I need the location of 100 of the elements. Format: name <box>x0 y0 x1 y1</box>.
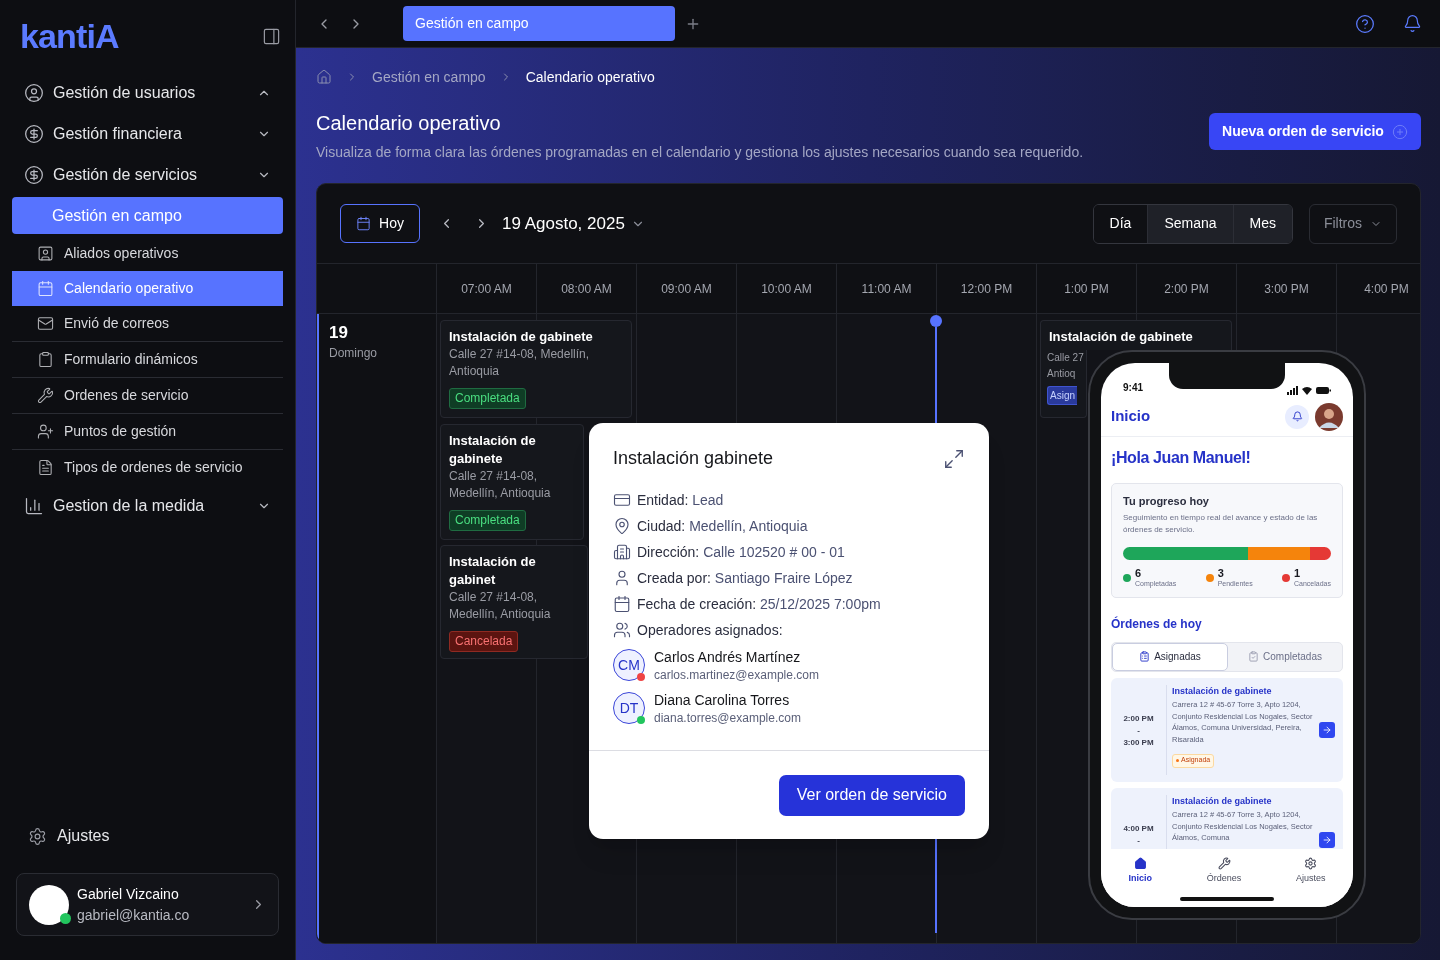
user-circle-icon <box>24 82 44 103</box>
event-address: Calle 27 #14-08, Medellín, Antioquia <box>449 589 552 623</box>
bottom-nav-item[interactable]: Inicio <box>1128 857 1152 886</box>
phone-header-title: Inicio <box>1111 406 1151 427</box>
page-title: Calendario operativo <box>316 111 502 136</box>
nav-item[interactable]: Formulario dinámicos <box>12 342 283 377</box>
nav-item[interactable]: Ordenes de servicio <box>12 378 283 413</box>
order-start-time: 2:00 PM <box>1123 712 1154 725</box>
event-title: Instalación de gabinet <box>449 553 537 589</box>
orders-tab[interactable]: Asignadas <box>1112 642 1228 671</box>
bottom-nav-item[interactable]: Órdenes <box>1206 857 1242 886</box>
nav-item[interactable]: Tipos de ordenes de servicio <box>12 450 283 485</box>
arrow-right-icon <box>1322 834 1332 845</box>
bottom-nav-item[interactable]: Ajustes <box>1296 857 1326 886</box>
plus-circle-icon <box>1391 123 1408 140</box>
hour-label: 2:00 PM <box>1164 280 1209 298</box>
stat-count: 6 <box>1135 567 1143 579</box>
bar-chart-icon <box>24 495 44 516</box>
status-time: 9:41 <box>1123 381 1143 395</box>
time-separator: - <box>1137 724 1140 737</box>
order-end-time: 3:00 PM <box>1123 736 1154 749</box>
operator-avatar: CM <box>613 649 645 681</box>
event-card[interactable]: Instalación de gabinete Calle 27 #14-08, Medellín, Antioquia Completada <box>440 320 632 418</box>
hour-label: 3:00 PM <box>1264 280 1309 298</box>
today-button[interactable]: Hoy <box>340 204 420 243</box>
operator-email: carlos.martinez@example.com <box>654 667 819 683</box>
hour-label: 08:00 AM <box>561 280 612 298</box>
settings-icon <box>28 826 47 846</box>
order-title: Instalación de gabinete <box>1172 684 1273 698</box>
settings-link[interactable]: Ajustes <box>12 816 283 856</box>
arrow-right-icon <box>1322 724 1332 735</box>
nav-group[interactable]: Gestión financiera <box>12 113 283 154</box>
view-toggle[interactable]: Mes <box>1232 204 1292 243</box>
status-icons <box>1287 386 1331 395</box>
clipboard-icon <box>37 351 54 368</box>
detail-text: Ciudad: Medellín, Antioquia <box>637 516 808 536</box>
detail-text: Dirección: Calle 102520 # 00 - 01 <box>637 542 845 562</box>
breadcrumb-item[interactable]: Gestión en campo <box>372 66 486 88</box>
nav-item[interactable]: Envió de correos <box>12 306 283 341</box>
wrench-icon <box>37 387 54 404</box>
event-card[interactable]: Instalación de gabinete <box>1040 320 1232 350</box>
operators-label: Operadores asignados: <box>637 620 783 640</box>
orders-tab[interactable]: Completadas <box>1228 642 1342 671</box>
view-order-button[interactable]: Ver orden de servicio <box>778 774 965 816</box>
open-order-button[interactable] <box>1319 721 1335 738</box>
operator-name: Diana Carolina Torres <box>654 691 791 710</box>
nav-section[interactable]: Gestión en campo <box>12 197 283 234</box>
event-card-body[interactable]: Calle 27 Antioq Asign <box>1040 350 1087 418</box>
calendar-icon <box>356 216 372 231</box>
bell-button[interactable] <box>1285 404 1309 429</box>
help-icon[interactable] <box>1355 13 1375 34</box>
weekday: Domingo <box>329 345 379 362</box>
event-title: Instalación de gabinete <box>449 328 594 346</box>
status-badge: Cancelada <box>449 631 519 652</box>
new-order-button[interactable]: Nueva orden de servicio <box>1209 113 1421 150</box>
nav-group[interactable]: Gestion de la medida <box>12 485 283 526</box>
view-toggle[interactable]: Semana <box>1147 204 1233 243</box>
workspace-tab[interactable]: Gestión en campo <box>403 6 675 41</box>
expand-button[interactable] <box>943 447 965 470</box>
filter-dropdown[interactable]: Filtros <box>1309 203 1397 244</box>
popover-title: Instalación gabinete <box>613 447 774 470</box>
nav-item[interactable]: Puntos de gestión <box>12 414 283 449</box>
user-icon <box>613 569 631 587</box>
user-card[interactable]: Gabriel Vizcaino gabriel@kantia.co <box>16 873 279 936</box>
expand-icon <box>943 447 965 470</box>
document-icon <box>37 459 54 476</box>
event-card[interactable]: Instalación de gabinete Calle 27 #14-08, Medellín, Antioquia Completada <box>440 424 584 540</box>
event-card[interactable]: Instalación de gabinet Calle 27 #14-08, Medellín, Antioquia Cancelada <box>440 545 588 659</box>
nav-item[interactable]: Calendario operativo <box>12 271 283 306</box>
day-number: 19 <box>329 322 349 344</box>
operator-email: diana.torres@example.com <box>654 710 801 726</box>
dollar-circle-icon <box>24 123 44 144</box>
event-address: Calle 27 Antioq <box>1047 351 1085 381</box>
order-start-time: 4:00 PM <box>1123 822 1154 835</box>
orders-title: Órdenes de hoy <box>1111 615 1203 633</box>
card-icon <box>613 491 631 509</box>
status-badge: Asign <box>1047 386 1077 405</box>
hour-label: 4:00 PM <box>1364 280 1409 298</box>
user-email: gabriel@kantia.co <box>77 905 191 925</box>
user-plus-icon <box>37 423 54 440</box>
status-badge: Completada <box>449 510 526 531</box>
nav-item[interactable]: Aliados operativos <box>12 236 283 271</box>
event-title: Instalación de gabinete <box>1049 328 1194 346</box>
date-picker[interactable]: 19 Agosto, 2025 <box>502 210 645 237</box>
progress-title: Tu progreso hoy <box>1123 494 1210 509</box>
page-subtitle: Visualiza de forma clara las órdenes programadas en el calendario y gestiona los ajustes necesarios cuando sea requerido. <box>316 143 1084 162</box>
users-icon <box>613 621 631 639</box>
operator-avatar: DT <box>613 692 645 724</box>
stat-count: 3 <box>1217 567 1225 579</box>
open-order-button[interactable] <box>1319 831 1335 848</box>
nav-group[interactable]: Gestión de servicios <box>12 154 283 195</box>
home-icon[interactable] <box>316 69 332 85</box>
sidebar-toggle-icon[interactable] <box>262 26 281 46</box>
hour-label: 10:00 AM <box>761 280 812 298</box>
order-title: Instalación de gabinete <box>1172 794 1273 808</box>
detail-text: Fecha de creación: 25/12/2025 7:00pm <box>637 594 881 614</box>
detail-text: Creada por: Santiago Fraire López <box>637 568 853 588</box>
notification-icon[interactable] <box>1403 14 1422 33</box>
hour-label: 12:00 PM <box>960 280 1013 298</box>
nav-group[interactable]: Gestión de usuarios <box>12 72 283 113</box>
